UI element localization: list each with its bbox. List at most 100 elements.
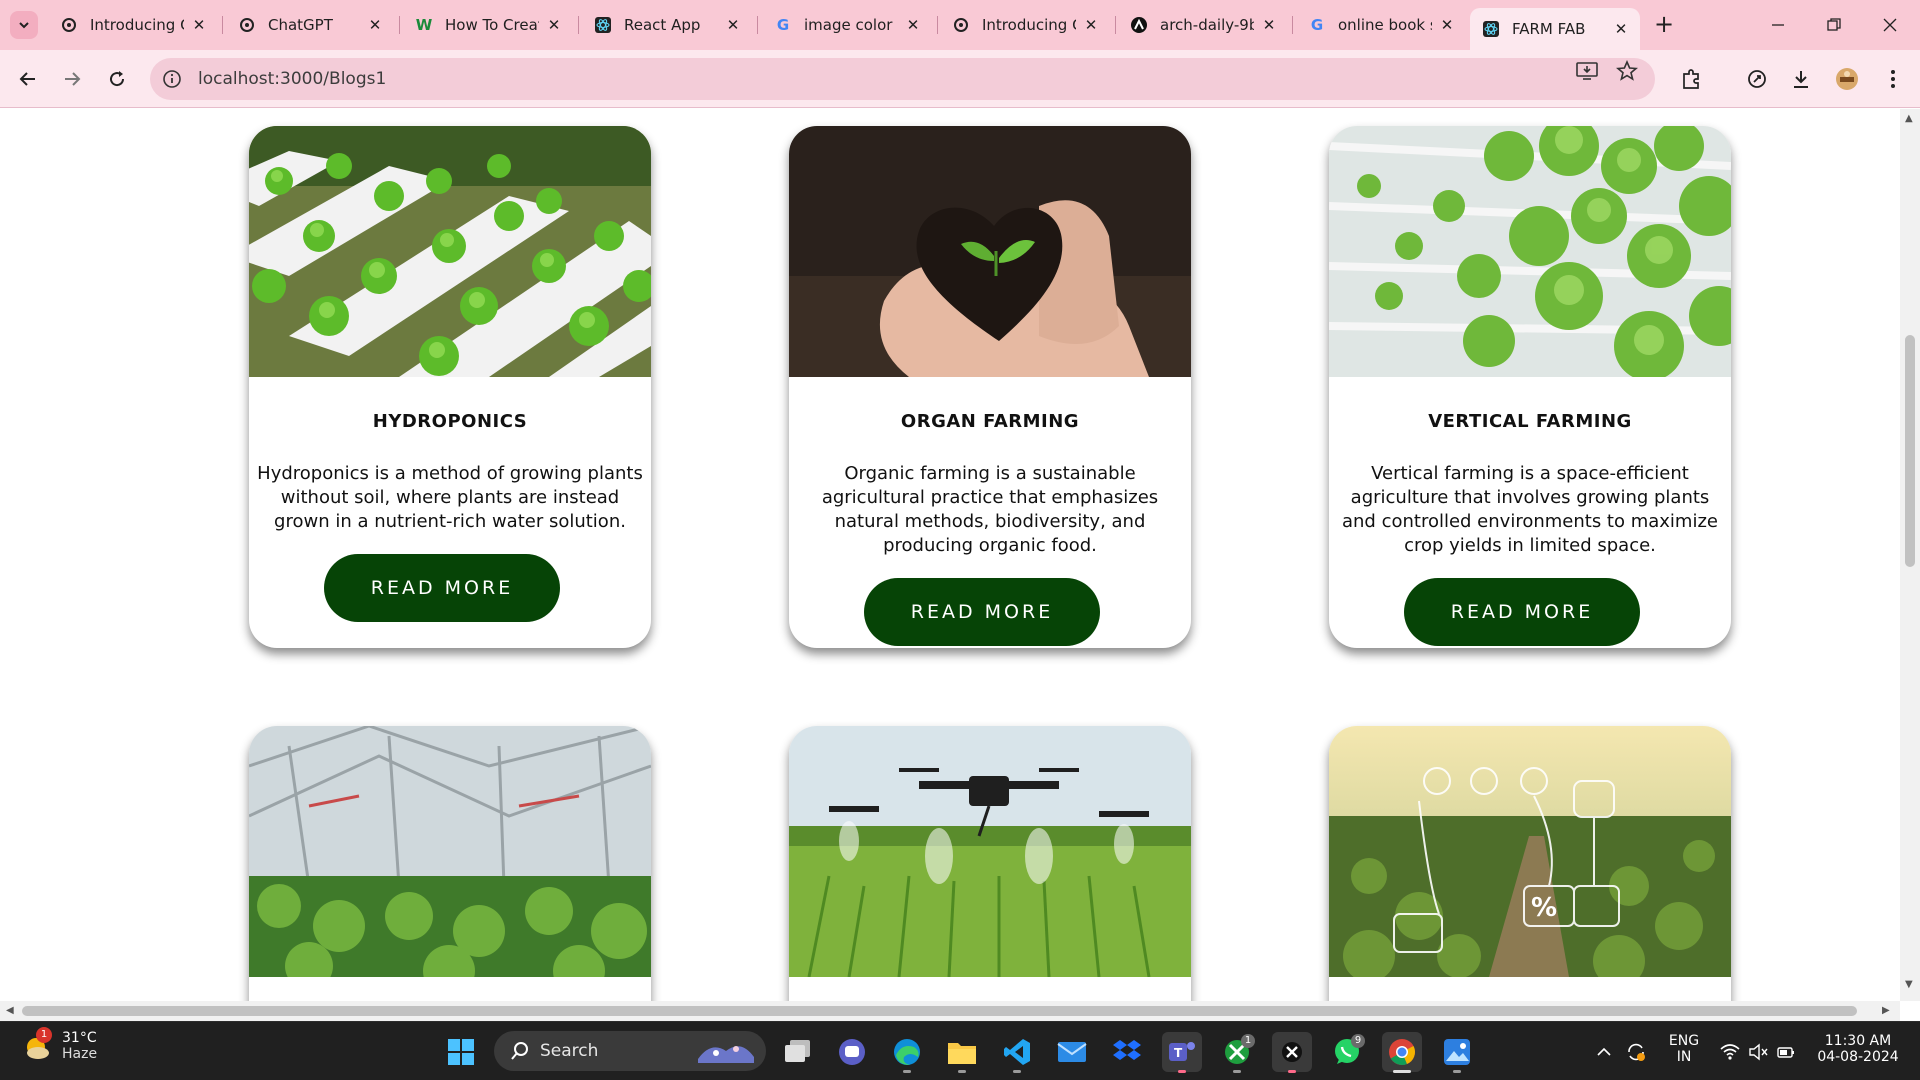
windows-logo-icon	[448, 1039, 474, 1065]
sync-tray-icon[interactable]	[1622, 1032, 1650, 1072]
taskbar-search[interactable]: Search	[494, 1031, 766, 1071]
url-text[interactable]: localhost:3000/Blogs1	[198, 69, 386, 89]
minimize-button[interactable]	[1756, 8, 1800, 42]
file-explorer-app[interactable]	[942, 1032, 982, 1073]
tab-1[interactable]: ChatGPT ✕	[226, 8, 394, 42]
tab-2[interactable]: W How To Creat ✕	[403, 8, 573, 42]
tab-3[interactable]: React App ✕	[582, 8, 752, 42]
close-icon[interactable]: ✕	[1438, 16, 1456, 34]
task-view-button[interactable]	[778, 1032, 818, 1072]
vertical-scrollbar[interactable]: ▲ ▼	[1900, 109, 1920, 1001]
menu-kebab-icon[interactable]	[1879, 65, 1907, 93]
tab-5[interactable]: Introducing C ✕	[940, 8, 1110, 42]
wifi-icon	[1720, 1044, 1740, 1060]
horizontal-scrollbar[interactable]: ◀ ▶	[0, 1001, 1900, 1021]
clock[interactable]: 11:30 AM 04-08-2024	[1808, 1033, 1908, 1065]
language-indicator[interactable]: ENG IN	[1664, 1033, 1704, 1065]
dropbox-app[interactable]	[1107, 1032, 1147, 1072]
chrome-app[interactable]	[1382, 1032, 1422, 1073]
tab-8-active[interactable]: FARM FAB ✕	[1470, 8, 1640, 50]
xbox-game-bar-app[interactable]	[1272, 1032, 1312, 1073]
tab-search-button[interactable]	[10, 11, 38, 39]
photos-app[interactable]	[1437, 1032, 1477, 1073]
tab-separator	[399, 16, 400, 34]
close-icon[interactable]: ✕	[190, 16, 208, 34]
card-description: Organic farming is a sustainable agricul…	[821, 463, 1159, 556]
weather-widget[interactable]: 1 31°C Haze	[22, 1027, 97, 1062]
mail-app[interactable]	[1052, 1032, 1092, 1072]
vscode-app[interactable]	[997, 1032, 1037, 1073]
close-icon[interactable]: ✕	[1260, 16, 1278, 34]
react-icon	[1482, 20, 1500, 38]
start-button[interactable]	[441, 1032, 481, 1072]
extensions-icon[interactable]	[1677, 65, 1705, 93]
tab-4[interactable]: G image color c ✕	[762, 8, 932, 42]
teams-app[interactable]: T	[1162, 1032, 1202, 1073]
site-info-icon[interactable]	[160, 67, 184, 91]
tab-title: arch-daily-9b	[1160, 16, 1254, 34]
download-icon[interactable]	[1787, 65, 1815, 93]
card-title: VERTICAL FARMING	[1428, 411, 1632, 432]
teams-chat-app[interactable]	[832, 1032, 872, 1072]
react-icon	[594, 16, 612, 34]
browser-toolbar: localhost:3000/Blogs1	[0, 50, 1920, 108]
tab-separator	[578, 16, 579, 34]
search-highlight-icon	[698, 1046, 754, 1063]
restore-button[interactable]	[1812, 8, 1856, 42]
blog-card-smart-farming: %	[1329, 726, 1731, 1001]
scroll-right-icon[interactable]: ▶	[1882, 1005, 1890, 1016]
quick-settings-button[interactable]	[1714, 1032, 1802, 1072]
card-description: Vertical farming is a space-efficient ag…	[1341, 463, 1718, 556]
close-icon[interactable]: ✕	[366, 16, 384, 34]
tab-strip: Introducing C ✕ ChatGPT ✕ W How To Creat…	[0, 0, 1920, 50]
close-icon[interactable]: ✕	[1612, 20, 1630, 38]
tab-0[interactable]: Introducing C ✕	[48, 8, 218, 42]
vertical-scrollbar-thumb[interactable]	[1905, 335, 1915, 567]
card-title: ORGAN FARMING	[900, 411, 1080, 432]
horizontal-scrollbar-thumb[interactable]	[22, 1006, 1857, 1016]
performance-icon[interactable]	[1743, 65, 1771, 93]
blog-card-drone-farming	[789, 726, 1191, 1001]
close-icon[interactable]: ✕	[724, 16, 742, 34]
close-icon[interactable]: ✕	[545, 16, 563, 34]
running-indicator	[1288, 1070, 1296, 1073]
language-code: ENG	[1668, 1033, 1700, 1049]
scroll-down-icon[interactable]: ▼	[1905, 979, 1913, 990]
tab-title: FARM FAB	[1512, 20, 1586, 38]
reload-button[interactable]	[101, 63, 133, 95]
mail-icon	[1057, 1042, 1087, 1062]
show-hidden-icons-button[interactable]	[1592, 1032, 1616, 1072]
scroll-left-icon[interactable]: ◀	[6, 1005, 14, 1016]
xbox-app[interactable]: 1	[1217, 1032, 1257, 1073]
new-tab-button[interactable]: +	[1650, 10, 1678, 38]
running-indicator	[1178, 1070, 1186, 1073]
edge-app[interactable]	[887, 1032, 927, 1073]
task-view-icon	[785, 1040, 810, 1062]
back-button[interactable]	[12, 63, 44, 95]
reload-icon	[110, 71, 125, 87]
google-icon: G	[776, 16, 790, 34]
install-app-icon[interactable]	[1575, 59, 1599, 83]
arrow-right-icon	[65, 72, 81, 86]
address-bar[interactable]: localhost:3000/Blogs1	[150, 58, 1655, 100]
read-more-button[interactable]: READ MORE	[324, 554, 560, 622]
whatsapp-app[interactable]: 9	[1327, 1032, 1367, 1072]
search-label: Search	[540, 1041, 599, 1061]
profile-avatar-icon[interactable]	[1833, 65, 1861, 93]
read-more-button[interactable]: READ MORE	[864, 578, 1100, 646]
read-more-button[interactable]: READ MORE	[1404, 578, 1640, 646]
clock-date: 04-08-2024	[1817, 1049, 1899, 1065]
tab-7[interactable]: G online book s ✕	[1296, 8, 1466, 42]
edge-icon	[894, 1039, 920, 1065]
forward-button[interactable]	[56, 63, 88, 95]
tab-separator	[222, 16, 223, 34]
tab-title: Introducing C	[982, 16, 1076, 34]
close-icon[interactable]: ✕	[1082, 16, 1100, 34]
bookmark-star-icon[interactable]	[1615, 59, 1639, 83]
close-icon[interactable]: ✕	[904, 16, 922, 34]
scroll-up-icon[interactable]: ▲	[1905, 113, 1913, 124]
close-window-button[interactable]	[1868, 8, 1912, 42]
card-title: HYDROPONICS	[372, 411, 528, 432]
tab-6[interactable]: arch-daily-9b ✕	[1118, 8, 1288, 42]
vscode-icon	[1004, 1039, 1030, 1065]
